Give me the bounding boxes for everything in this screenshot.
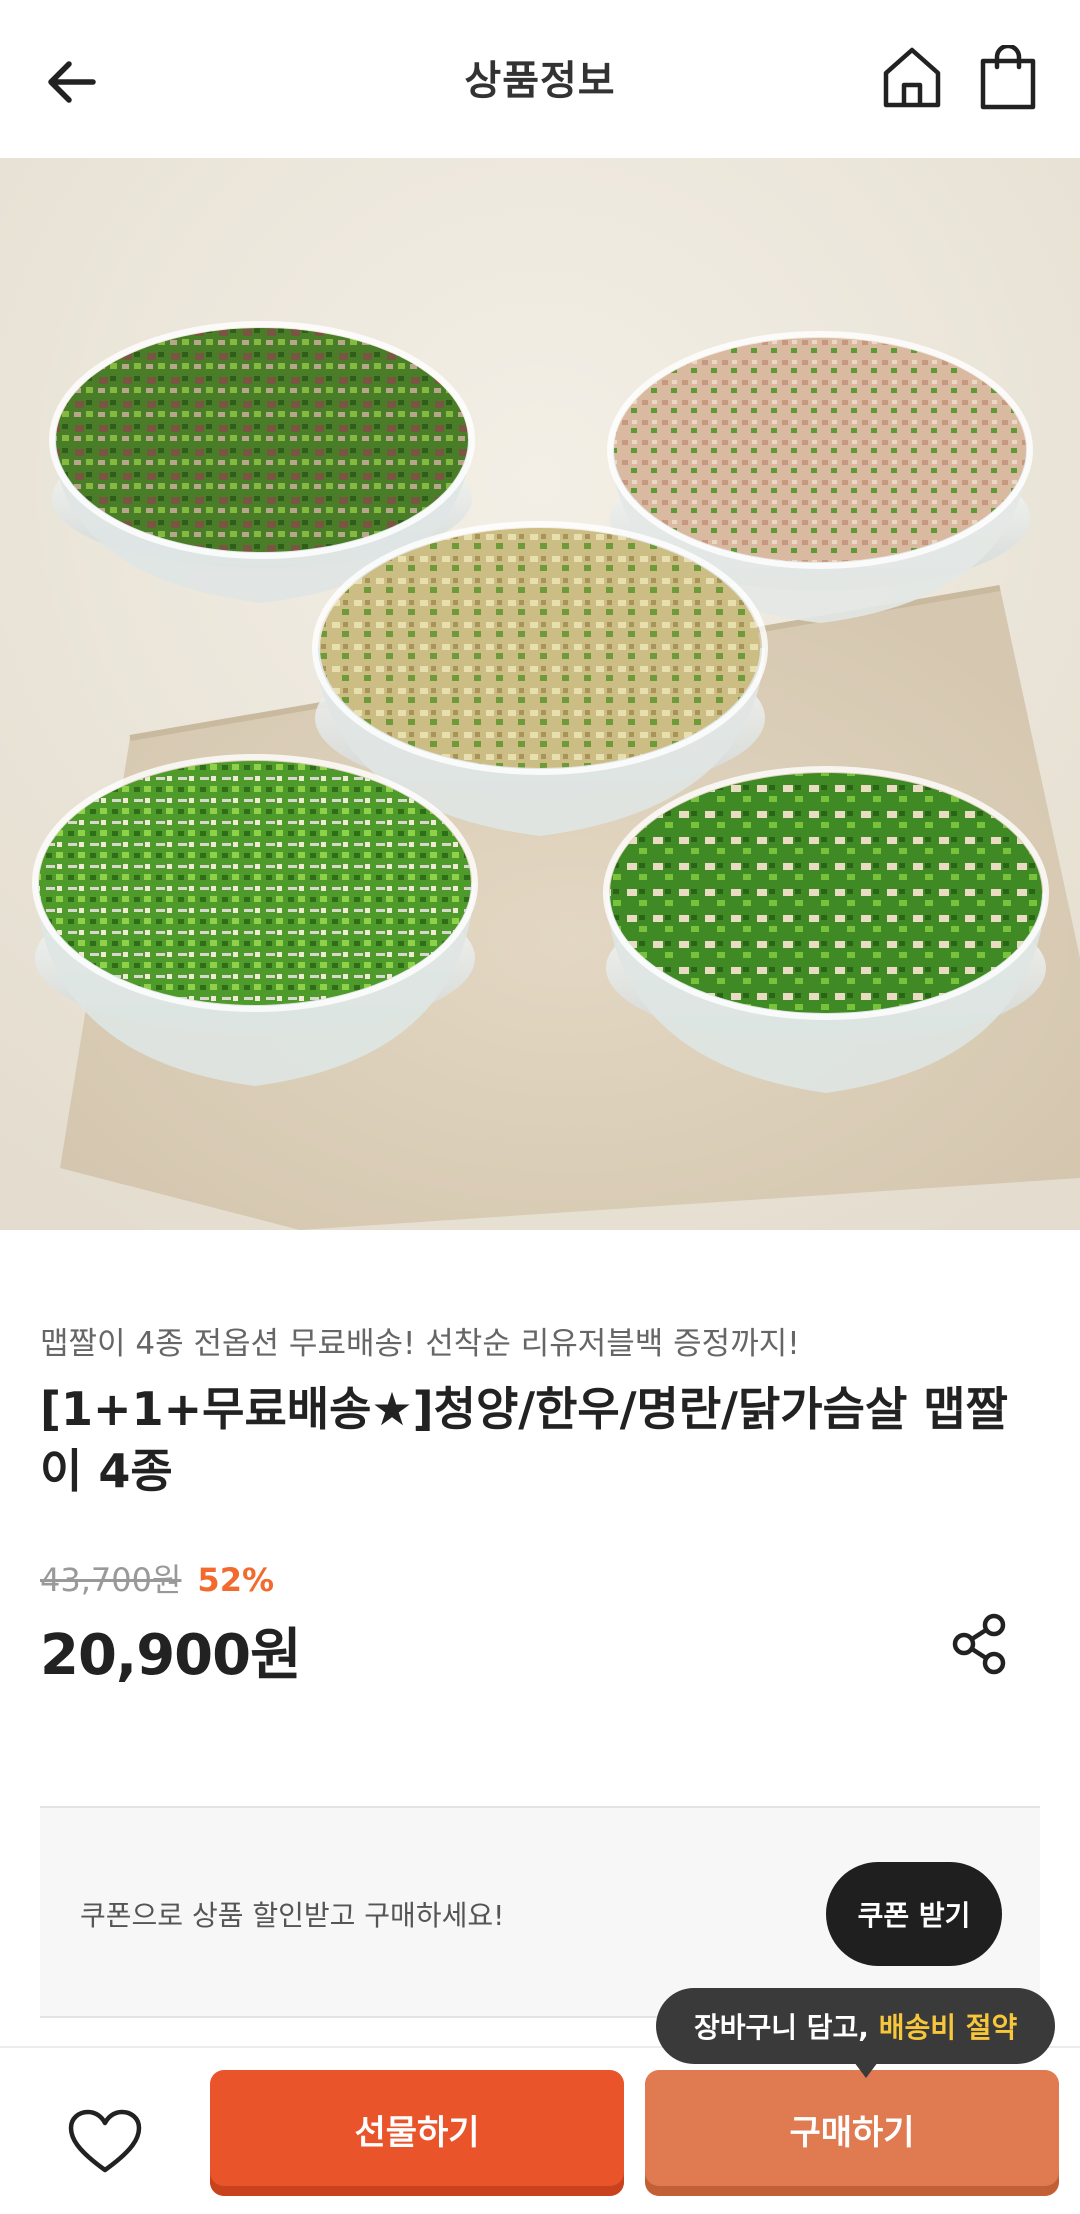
home-button[interactable] <box>874 40 950 116</box>
product-name: [1+1+무료배송★]청양/한우/명란/닭가슴살 맵짤이 4종 <box>40 1382 1008 1498</box>
coupon-text: 쿠폰으로 상품 할인받고 구매하세요! <box>80 1899 505 1932</box>
shipping-tooltip: 장바구니 담고, 배송비 절약 <box>656 1988 1056 2064</box>
heart-icon <box>68 2109 142 2173</box>
bottom-action-bar: 선물하기 구매하기 <box>0 2046 1080 2214</box>
cart-button[interactable] <box>970 40 1046 116</box>
product-photo <box>0 158 1080 1230</box>
discount-rate: 52% <box>197 1561 275 1599</box>
product-subtitle: 맵짤이 4종 전옵션 무료배송! 선착순 리유저블백 증정까지! <box>40 1326 800 1362</box>
original-price: 43,700원 <box>40 1561 182 1599</box>
price-row: 43,700원 52% <box>40 1555 274 1601</box>
gift-button[interactable]: 선물하기 <box>210 2070 624 2196</box>
tooltip-text: 장바구니 담고, <box>694 2011 879 2044</box>
buy-button[interactable]: 구매하기 <box>645 2070 1059 2196</box>
tooltip-arrow <box>854 2062 878 2078</box>
top-app-bar: 상품정보 <box>0 0 1080 158</box>
share-button[interactable] <box>944 1608 1016 1680</box>
home-icon <box>883 47 941 108</box>
shopping-bag-icon <box>980 45 1036 110</box>
share-icon <box>952 1613 1006 1675</box>
wishlist-button[interactable] <box>62 2102 148 2182</box>
tooltip-highlight: 배송비 절약 <box>878 2011 1018 2044</box>
product-detail-page: 상품정보 맵짤이 4종 전옵션 무료배송! 선착순 리유저블백 증정까지! [1… <box>0 0 1080 2214</box>
get-coupon-button[interactable]: 쿠폰 받기 <box>826 1862 1002 1966</box>
coupon-banner: 쿠폰으로 상품 할인받고 구매하세요! 쿠폰 받기 <box>40 1806 1040 2018</box>
sale-price: 20,900원 <box>40 1623 302 1688</box>
